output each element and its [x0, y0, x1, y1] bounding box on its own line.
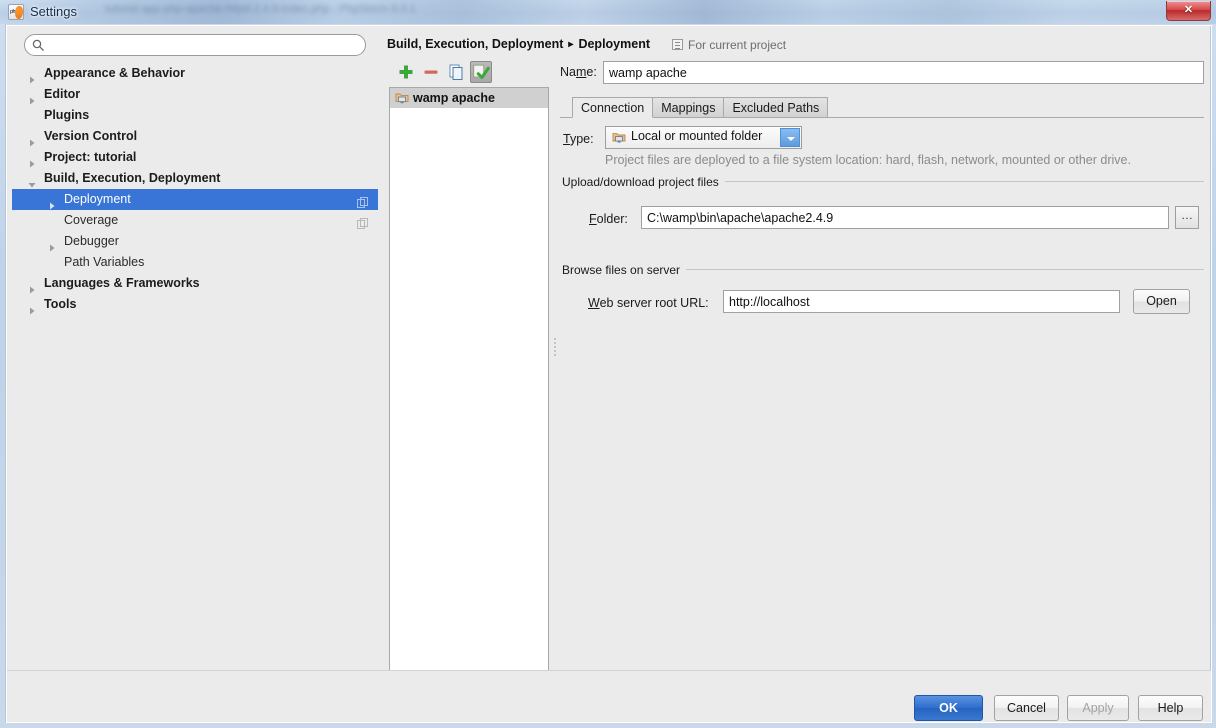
phpstorm-app-icon: php — [8, 4, 24, 20]
sidebar-item-editor[interactable]: Editor — [12, 84, 378, 105]
web-server-url-label: Web server root URL: — [588, 296, 709, 310]
sidebar-item-tools[interactable]: Tools — [12, 294, 378, 315]
tab-label: Excluded Paths — [732, 101, 820, 115]
settings-content-panel: Build, Execution, Deployment ▸ Deployment … — [384, 33, 1204, 686]
apply-button: Apply — [1067, 695, 1129, 721]
sidebar-item-plugins[interactable]: Plugins — [12, 105, 378, 126]
breadcrumb-leaf: Deployment — [578, 37, 650, 51]
sidebar-item-deployment[interactable]: Deployment — [12, 189, 378, 210]
upload-group-title: Upload/download project files — [562, 175, 725, 189]
type-hint-text: Project files are deployed to a file sys… — [605, 153, 1131, 167]
search-icon — [32, 39, 44, 51]
chevron-down-icon[interactable] — [28, 175, 36, 188]
sidebar-item-label: Project: tutorial — [44, 150, 137, 164]
server-list-item[interactable]: wamp apache — [390, 88, 548, 108]
module-icon — [672, 39, 683, 50]
chevron-right-icon[interactable] — [48, 196, 56, 210]
server-list-toolbar — [389, 61, 549, 85]
tab-connection[interactable]: Connection — [572, 97, 654, 118]
folder-label: Folder: — [589, 212, 628, 226]
remove-server-button[interactable] — [420, 61, 442, 83]
scope-indicator: For current project — [672, 38, 786, 52]
chevron-right-icon[interactable] — [28, 301, 36, 315]
type-dropdown-value: Local or mounted folder — [631, 129, 763, 143]
dialog-button-bar: OK Cancel Apply Help — [7, 670, 1211, 722]
sidebar-item-label: Debugger — [64, 234, 119, 248]
copy-server-button[interactable] — [445, 61, 467, 83]
search-input[interactable] — [49, 37, 359, 54]
search-box[interactable] — [24, 34, 366, 56]
chevron-right-icon[interactable] — [28, 154, 36, 168]
close-icon[interactable] — [1166, 1, 1211, 21]
open-button[interactable]: Open — [1133, 289, 1190, 314]
web-server-url-input[interactable] — [723, 290, 1120, 313]
sidebar-item-label: Coverage — [64, 213, 119, 227]
folder-browse-button[interactable]: … — [1175, 206, 1199, 229]
sidebar-item-label: Appearance & Behavior — [44, 66, 186, 80]
deployment-form: Name: Connection Mappings Excluded Paths T… — [560, 61, 1204, 686]
set-default-server-button[interactable] — [470, 61, 492, 83]
local-folder-icon — [612, 133, 626, 143]
help-button[interactable]: Help — [1138, 695, 1203, 721]
breadcrumb-root[interactable]: Build, Execution, Deployment — [387, 37, 563, 51]
settings-dialog: Appearance & Behavior Editor Plugins Versio… — [5, 24, 1212, 723]
sidebar-item-languages-frameworks[interactable]: Languages & Frameworks — [12, 273, 378, 294]
chevron-right-icon[interactable] — [48, 238, 56, 252]
sidebar-item-build-execution-deployment[interactable]: Build, Execution, Deployment — [12, 168, 378, 189]
add-server-button[interactable] — [395, 61, 417, 83]
name-input[interactable] — [603, 61, 1204, 84]
chevron-right-icon[interactable] — [28, 280, 36, 294]
tab-underline — [560, 117, 1204, 118]
server-list-item-label: wamp apache — [413, 91, 495, 105]
window-title: Settings — [30, 4, 77, 19]
folder-input[interactable] — [641, 206, 1169, 229]
chevron-right-icon[interactable] — [28, 133, 36, 147]
ok-button[interactable]: OK — [914, 695, 983, 721]
tab-label: Mappings — [661, 101, 716, 115]
local-server-icon — [395, 93, 409, 104]
settings-tree[interactable]: Appearance & Behavior Editor Plugins Versio… — [12, 63, 378, 686]
settings-sidebar: Appearance & Behavior Editor Plugins Versio… — [12, 33, 378, 686]
cancel-button[interactable]: Cancel — [994, 695, 1059, 721]
breadcrumb: Build, Execution, Deployment ▸ Deployment — [387, 37, 650, 51]
tab-excluded-paths[interactable]: Excluded Paths — [723, 97, 829, 118]
type-dropdown[interactable]: Local or mounted folder — [605, 126, 802, 149]
browse-group-title: Browse files on server — [562, 263, 687, 277]
connection-tabs: Connection Mappings Excluded Paths — [572, 97, 1204, 118]
copy-settings-icon[interactable] — [357, 215, 368, 229]
tab-mappings[interactable]: Mappings — [652, 97, 725, 118]
sidebar-item-label: Plugins — [44, 108, 90, 122]
sidebar-item-label: Build, Execution, Deployment — [44, 171, 221, 185]
window-titlebar[interactable]: tutorial-app-php-apache-httpd-2.4.9-inde… — [0, 0, 1216, 24]
panel-splitter-handle[interactable] — [550, 333, 560, 363]
sidebar-item-label: Path Variables — [64, 255, 145, 269]
sidebar-item-label: Version Control — [44, 129, 138, 143]
chevron-down-icon[interactable] — [780, 128, 800, 147]
window-frame: tutorial-app-php-apache-httpd-2.4.9-inde… — [0, 0, 1216, 728]
chevron-right-icon[interactable] — [28, 70, 36, 84]
sidebar-item-label: Deployment — [64, 192, 131, 206]
sidebar-item-debugger[interactable]: Debugger — [12, 231, 378, 252]
sidebar-item-path-variables[interactable]: Path Variables — [12, 252, 378, 273]
breadcrumb-separator-icon: ▸ — [568, 39, 574, 50]
type-label: Type: — [563, 132, 594, 146]
sidebar-item-label: Languages & Frameworks — [44, 276, 200, 290]
sidebar-item-label: Editor — [44, 87, 81, 101]
scope-label: For current project — [688, 38, 787, 52]
server-list[interactable]: wamp apache — [389, 87, 549, 686]
sidebar-item-version-control[interactable]: Version Control — [12, 126, 378, 147]
chevron-right-icon[interactable] — [28, 91, 36, 105]
sidebar-item-appearance-behavior[interactable]: Appearance & Behavior — [12, 63, 378, 84]
tab-label: Connection — [581, 101, 645, 115]
sidebar-item-label: Tools — [44, 297, 77, 311]
blurred-background-title: tutorial-app-php-apache-httpd-2.4.9-inde… — [105, 3, 416, 15]
name-label: Name: — [560, 65, 597, 79]
sidebar-item-project-tutorial[interactable]: Project: tutorial — [12, 147, 378, 168]
sidebar-item-coverage[interactable]: Coverage — [12, 210, 378, 231]
copy-settings-icon[interactable] — [357, 194, 368, 208]
